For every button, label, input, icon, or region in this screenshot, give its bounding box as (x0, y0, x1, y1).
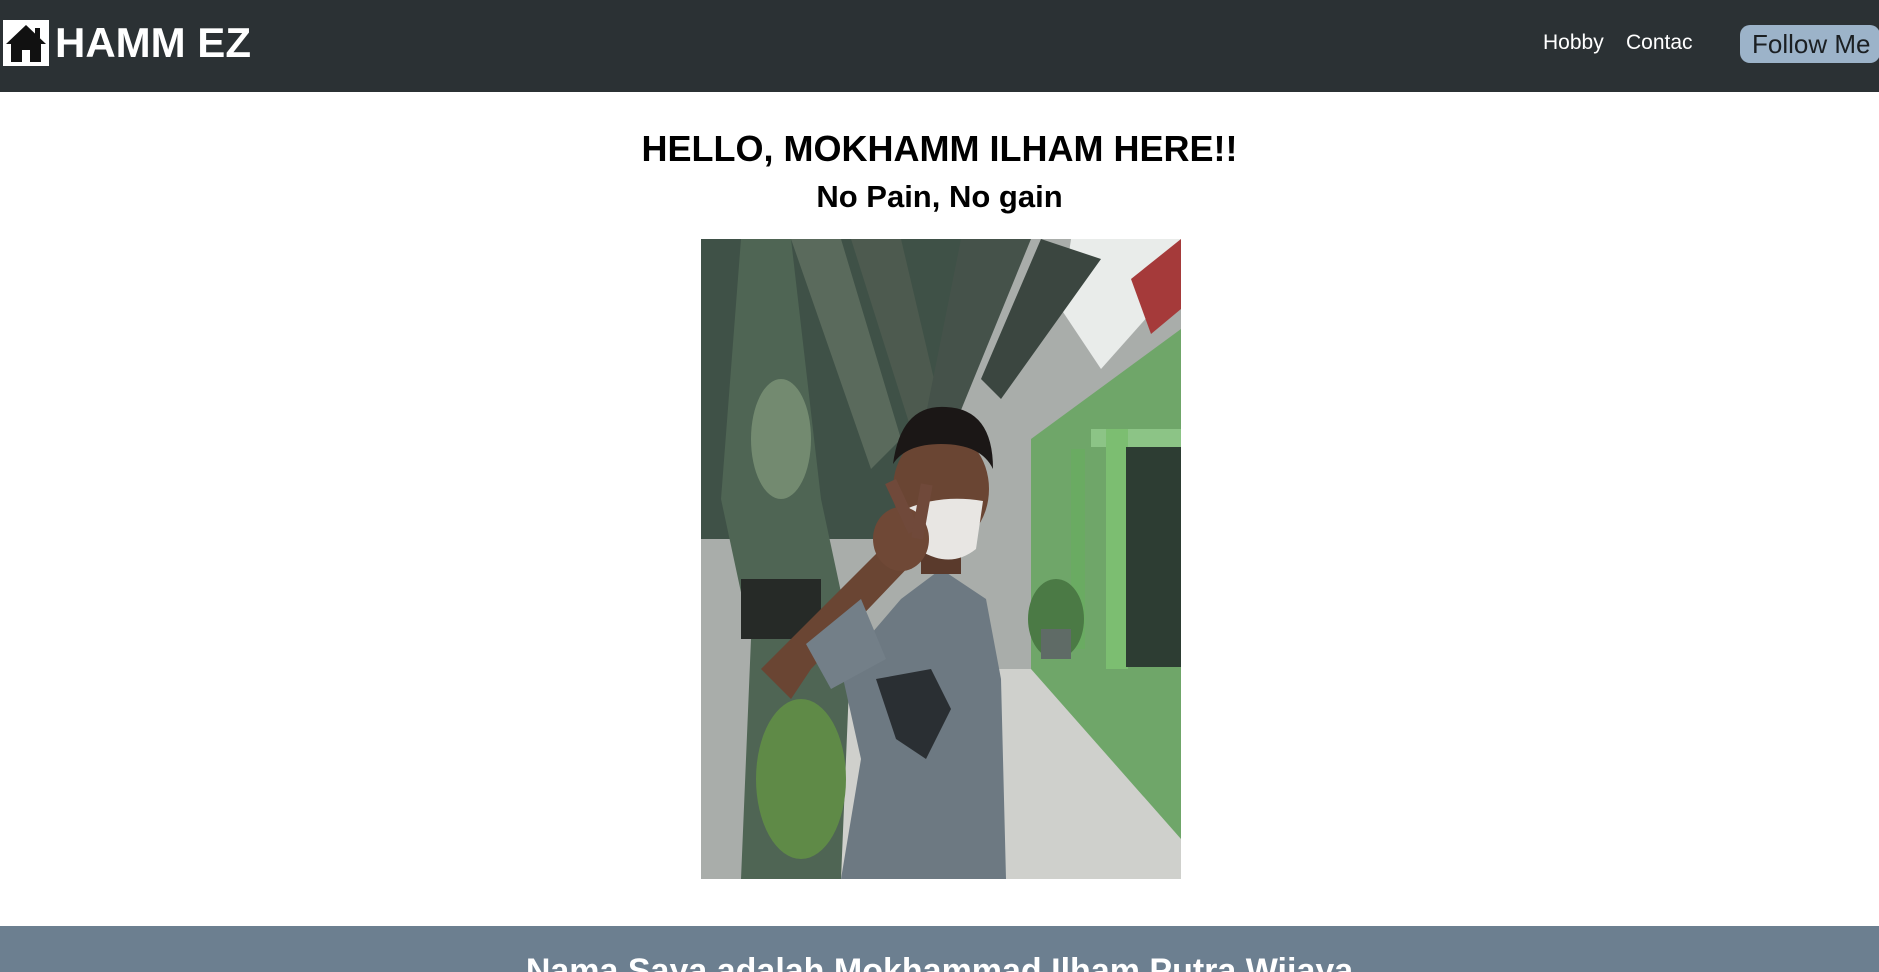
page-title: HELLO, MOKHAMM ILHAM HERE!! (641, 128, 1238, 169)
profile-photo (701, 239, 1181, 879)
brand-link[interactable]: HAMM EZ (3, 20, 251, 66)
brand-name: HAMM EZ (55, 19, 251, 66)
home-icon (3, 20, 49, 66)
nav-link-contac[interactable]: Contac (1626, 30, 1693, 56)
follow-me-button[interactable]: Follow Me (1740, 25, 1879, 63)
nav-link-hobby[interactable]: Hobby (1543, 30, 1604, 56)
about-text: Nama Saya adalah Mokhammad Ilham Putra W… (525, 952, 1354, 972)
about-section: Nama Saya adalah Mokhammad Ilham Putra W… (0, 926, 1879, 972)
navbar: HAMM EZ Hobby Contac Follow Me (0, 0, 1879, 92)
page-subtitle: No Pain, No gain (816, 179, 1063, 214)
